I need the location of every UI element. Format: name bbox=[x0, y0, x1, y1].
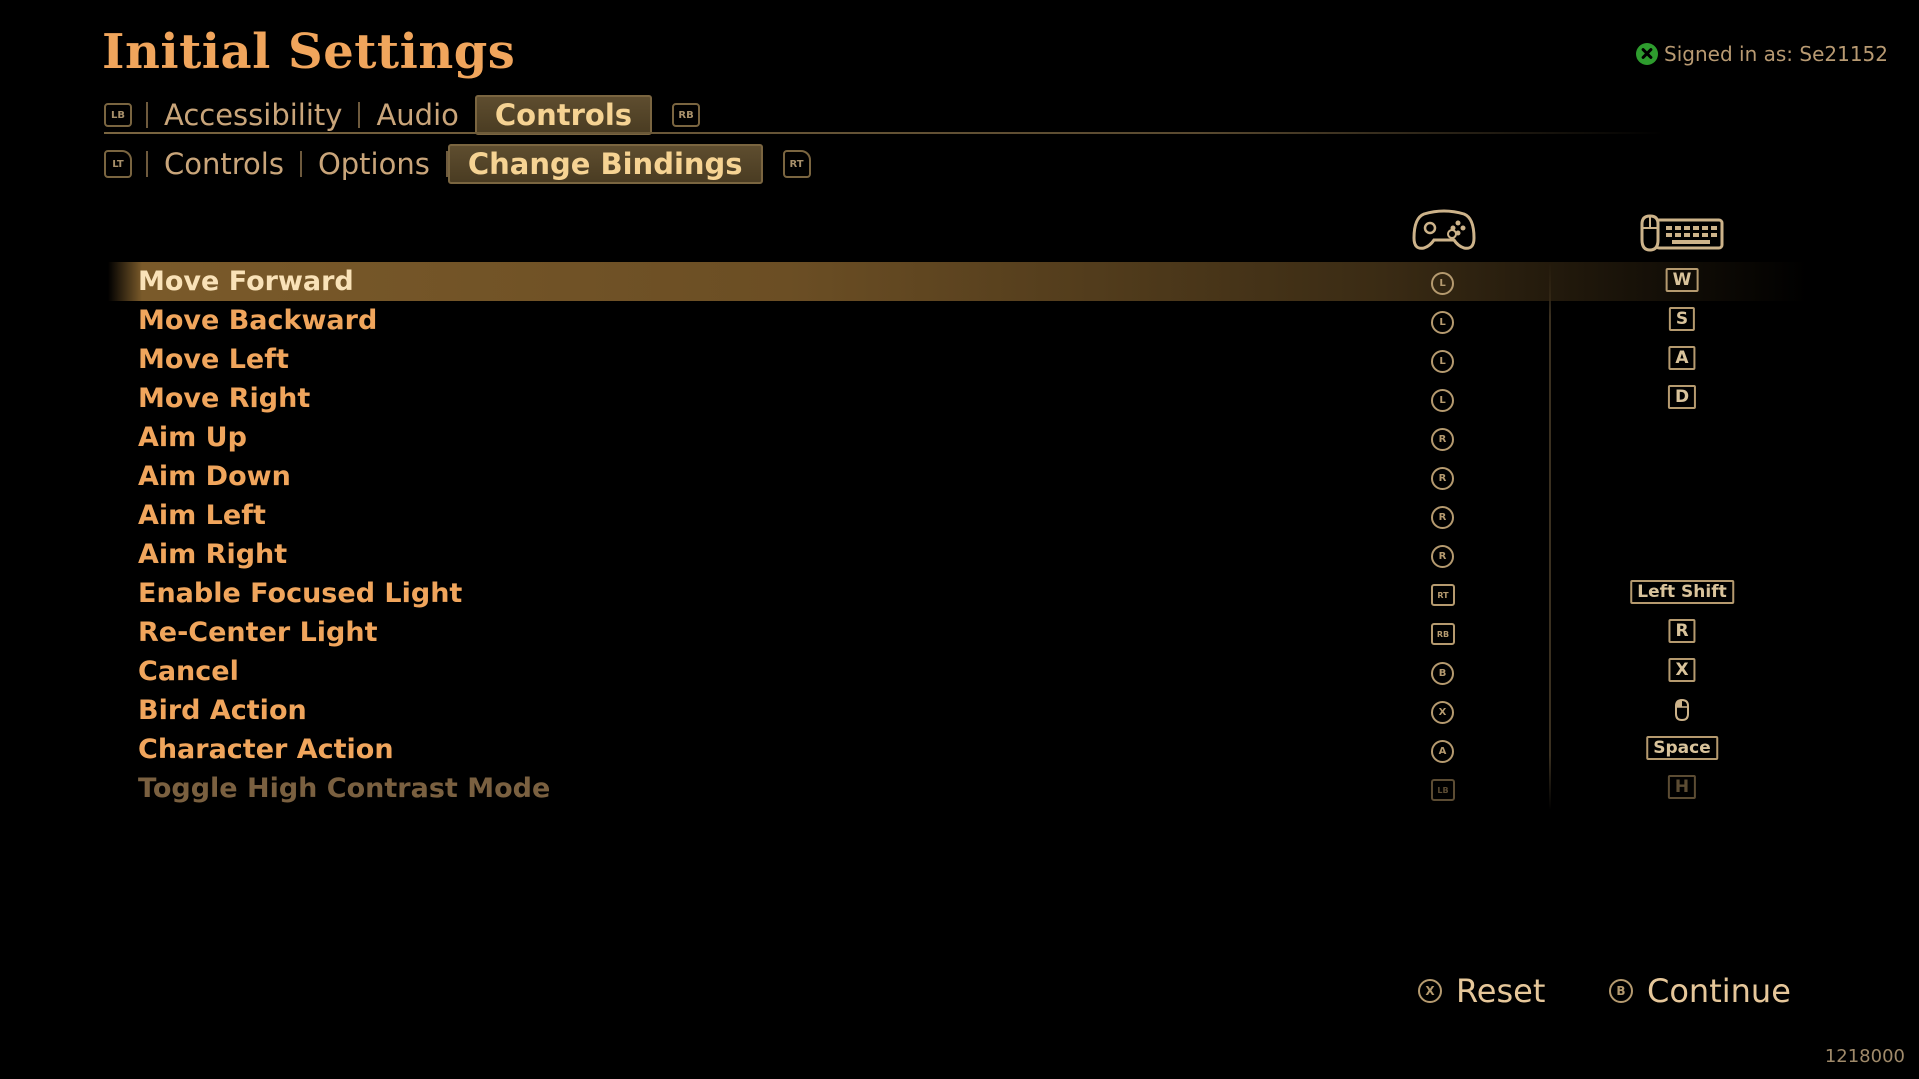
reset-button[interactable]: X Reset bbox=[1418, 972, 1545, 1010]
key-binding[interactable]: Left Shift bbox=[1630, 580, 1734, 604]
binding-label: Re-Center Light bbox=[138, 617, 378, 648]
lb-button-icon[interactable]: LB bbox=[104, 103, 132, 127]
lb-bumper-icon[interactable]: LB bbox=[1431, 779, 1455, 801]
binding-row-move-right[interactable]: Move Right L D bbox=[108, 379, 1808, 418]
binding-label: Toggle High Contrast Mode bbox=[138, 773, 551, 804]
bindings-list: Move Forward L W Move Backward L S Move … bbox=[108, 262, 1808, 808]
right-stick-left-icon[interactable]: R bbox=[1431, 506, 1454, 529]
b-button-icon: B bbox=[1609, 979, 1633, 1003]
key-binding[interactable]: D bbox=[1667, 385, 1697, 409]
right-stick-right-icon[interactable]: R bbox=[1431, 545, 1454, 568]
reset-label: Reset bbox=[1456, 972, 1546, 1010]
continue-button[interactable]: B Continue bbox=[1609, 972, 1791, 1010]
key-binding[interactable]: R bbox=[1668, 619, 1696, 643]
key-binding[interactable]: X bbox=[1668, 658, 1696, 682]
right-stick-down-icon[interactable]: R bbox=[1431, 467, 1454, 490]
tab-underline bbox=[104, 132, 1664, 134]
binding-row-toggle-high-contrast[interactable]: Toggle High Contrast Mode LB H bbox=[108, 769, 1808, 808]
binding-row-aim-left[interactable]: Aim Left R bbox=[108, 496, 1808, 535]
left-stick-up-icon[interactable]: L bbox=[1431, 272, 1454, 295]
rt-trigger-icon[interactable]: RT bbox=[1431, 584, 1455, 606]
binding-label: Move Right bbox=[138, 383, 311, 414]
binding-row-aim-up[interactable]: Aim Up R bbox=[108, 418, 1808, 457]
subtab-controls[interactable]: Controls bbox=[148, 146, 300, 182]
mouse-click-icon[interactable] bbox=[1674, 699, 1690, 721]
b-button-icon[interactable]: B bbox=[1431, 662, 1454, 685]
binding-row-bird-action[interactable]: Bird Action X bbox=[108, 691, 1808, 730]
binding-row-re-center-light[interactable]: Re-Center Light RB R bbox=[108, 613, 1808, 652]
binding-label: Cancel bbox=[138, 656, 239, 687]
binding-row-character-action[interactable]: Character Action A Space bbox=[108, 730, 1808, 769]
left-stick-left-icon[interactable]: L bbox=[1431, 350, 1454, 373]
binding-row-aim-right[interactable]: Aim Right R bbox=[108, 535, 1808, 574]
binding-label: Aim Left bbox=[138, 500, 266, 531]
binding-label: Aim Down bbox=[138, 461, 291, 492]
key-binding[interactable]: Space bbox=[1646, 736, 1718, 760]
binding-label: Character Action bbox=[138, 734, 394, 765]
key-binding[interactable]: A bbox=[1668, 346, 1696, 370]
left-stick-right-icon[interactable]: L bbox=[1431, 389, 1454, 412]
right-stick-up-icon[interactable]: R bbox=[1431, 428, 1454, 451]
signin-text: Signed in as: Se21152 bbox=[1664, 42, 1888, 66]
binding-label: Move Backward bbox=[138, 305, 378, 336]
continue-label: Continue bbox=[1647, 972, 1791, 1010]
key-binding[interactable]: W bbox=[1665, 268, 1699, 292]
binding-row-move-backward[interactable]: Move Backward L S bbox=[108, 301, 1808, 340]
binding-row-cancel[interactable]: Cancel B X bbox=[108, 652, 1808, 691]
binding-row-move-forward[interactable]: Move Forward L W bbox=[108, 262, 1808, 301]
binding-label: Aim Right bbox=[138, 539, 288, 570]
a-button-icon[interactable]: A bbox=[1431, 740, 1454, 763]
signin-status: Signed in as: Se21152 bbox=[1636, 42, 1888, 66]
subtab-change-bindings[interactable]: Change Bindings bbox=[447, 144, 763, 184]
lt-button-icon[interactable]: LT bbox=[104, 150, 132, 178]
binding-label: Move Forward bbox=[138, 266, 354, 297]
tab-audio[interactable]: Audio bbox=[360, 97, 474, 133]
left-stick-down-icon[interactable]: L bbox=[1431, 311, 1454, 334]
key-binding[interactable]: H bbox=[1667, 775, 1697, 799]
main-tab-bar: LB Accessibility Audio Controls RB bbox=[104, 95, 701, 135]
binding-label: Aim Up bbox=[138, 422, 247, 453]
gamepad-icon bbox=[1412, 209, 1476, 250]
binding-row-move-left[interactable]: Move Left L A bbox=[108, 340, 1808, 379]
sub-tab-bar: LT Controls Options Change Bindings RT bbox=[104, 144, 811, 184]
binding-label: Move Left bbox=[138, 344, 289, 375]
mouse-keyboard-icon bbox=[1640, 214, 1724, 252]
x-button-icon: X bbox=[1418, 979, 1442, 1003]
page-title: Initial Settings bbox=[102, 24, 516, 80]
rb-button-icon[interactable]: RB bbox=[672, 103, 701, 127]
binding-row-enable-focused-light[interactable]: Enable Focused Light RT Left Shift bbox=[108, 574, 1808, 613]
binding-label: Bird Action bbox=[138, 695, 307, 726]
x-button-icon[interactable]: X bbox=[1431, 701, 1454, 724]
tab-accessibility[interactable]: Accessibility bbox=[148, 97, 358, 133]
key-binding[interactable]: S bbox=[1668, 307, 1696, 331]
xbox-logo-icon bbox=[1636, 43, 1659, 65]
build-version: 1218000 bbox=[1824, 1046, 1905, 1067]
rt-button-icon[interactable]: RT bbox=[782, 150, 811, 178]
binding-row-aim-down[interactable]: Aim Down R bbox=[108, 457, 1808, 496]
rb-bumper-icon[interactable]: RB bbox=[1431, 623, 1455, 645]
binding-label: Enable Focused Light bbox=[138, 578, 463, 609]
subtab-options[interactable]: Options bbox=[302, 146, 446, 182]
tab-controls[interactable]: Controls bbox=[474, 95, 653, 135]
